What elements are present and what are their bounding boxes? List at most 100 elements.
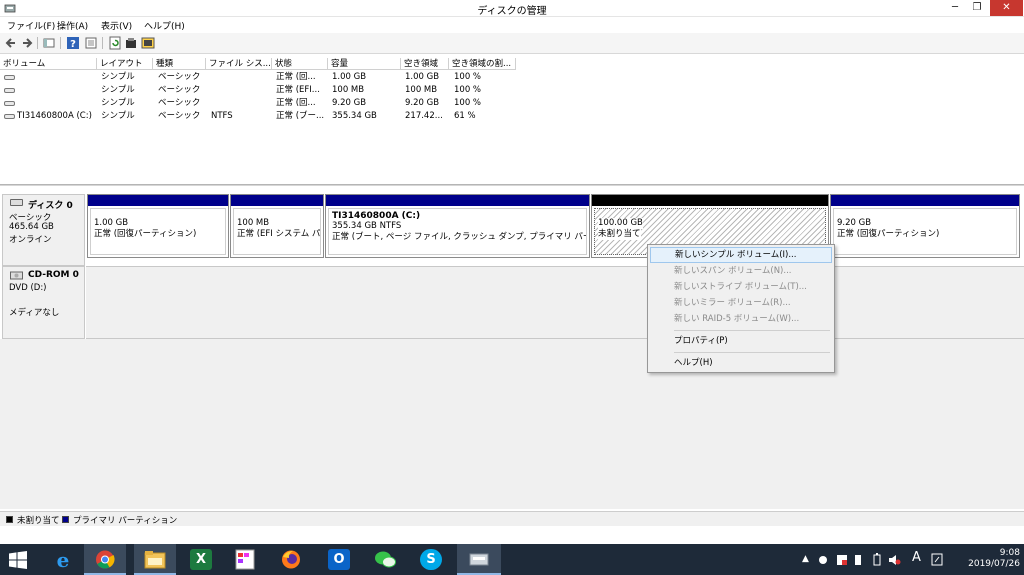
table-row[interactable]: シンプル ベーシック 正常 (回... 1.00 GB 1.00 GB 100 … bbox=[0, 71, 520, 84]
cell-capacity: 1.00 GB bbox=[332, 72, 367, 82]
partition-efi[interactable]: 100 MB 正常 (EFI システム パ bbox=[230, 194, 324, 258]
cell-type: ベーシック bbox=[158, 111, 201, 121]
column-header-volume[interactable]: ボリューム bbox=[0, 58, 97, 70]
column-header-type[interactable]: 種類 bbox=[153, 58, 206, 70]
cdrom-0-label[interactable]: CD-ROM 0 DVD (D:) メディアなし bbox=[2, 266, 85, 339]
partition-recovery-1[interactable]: 1.00 GB 正常 (回復パーティション) bbox=[87, 194, 229, 258]
maximize-button[interactable]: ❐ bbox=[966, 0, 988, 16]
outlook-icon: O bbox=[328, 549, 350, 570]
title-bar: ディスクの管理 ─ ❐ ✕ bbox=[0, 0, 1024, 17]
partition-size: 1.00 GB bbox=[94, 218, 129, 228]
onedrive-icon[interactable] bbox=[818, 555, 828, 565]
unallocated-bar bbox=[592, 195, 828, 206]
chrome-icon bbox=[96, 550, 115, 569]
forward-icon[interactable] bbox=[20, 36, 34, 50]
toolbar-separator bbox=[102, 37, 103, 49]
cdrom-0-area[interactable] bbox=[86, 266, 1024, 339]
partition-body: TI31460800A (C:) 355.34 GB NTFS 正常 (ブート,… bbox=[328, 208, 587, 255]
battery-icon[interactable] bbox=[871, 553, 883, 566]
volume-muted-icon[interactable] bbox=[888, 554, 901, 566]
context-menu: 新しいシンプル ボリューム(I)... 新しいスパン ボリューム(N)... 新… bbox=[647, 244, 835, 373]
menu-new-simple-volume[interactable]: 新しいシンプル ボリューム(I)... bbox=[650, 247, 832, 263]
disk-0-row: ディスク 0 ベーシック 465.64 GB オンライン 1.00 GB 正常 … bbox=[0, 194, 1024, 266]
paint-taskbar-button[interactable] bbox=[224, 544, 266, 575]
cdrom-media: メディアなし bbox=[9, 308, 60, 318]
partition-c-drive[interactable]: TI31460800A (C:) 355.34 GB NTFS 正常 (ブート,… bbox=[325, 194, 590, 258]
excel-taskbar-button[interactable]: X bbox=[180, 544, 222, 575]
drive-icon bbox=[4, 75, 15, 80]
taskbar-clock[interactable]: 9:08 2019/07/26 bbox=[950, 548, 1020, 570]
minimize-button[interactable]: ─ bbox=[944, 0, 966, 16]
firefox-taskbar-button[interactable] bbox=[270, 544, 312, 575]
cell-free-percent: 61 % bbox=[454, 111, 476, 121]
table-row[interactable]: TI31460800A (C:) シンプル ベーシック NTFS 正常 (ブー.… bbox=[0, 110, 520, 123]
taskbar: e X O S ▲ A 9:08 2019/07/26 bbox=[0, 544, 1024, 575]
firefox-icon bbox=[282, 550, 300, 569]
properties-icon[interactable] bbox=[84, 36, 98, 50]
help-icon[interactable]: ? bbox=[66, 36, 80, 50]
start-icon[interactable] bbox=[9, 551, 27, 569]
menu-properties[interactable]: プロパティ(P) bbox=[650, 333, 832, 349]
settings-icon[interactable] bbox=[141, 36, 155, 50]
wechat-taskbar-button[interactable] bbox=[364, 544, 406, 575]
menu-help[interactable]: ヘルプ(H) bbox=[144, 19, 185, 32]
partition-body: 100 MB 正常 (EFI システム パ bbox=[233, 208, 321, 255]
column-header-filesystem[interactable]: ファイル シス... bbox=[206, 58, 272, 70]
outlook-taskbar-button[interactable]: O bbox=[318, 544, 360, 575]
menu-view[interactable]: 表示(V) bbox=[101, 19, 132, 32]
disk-management-icon bbox=[469, 553, 489, 566]
menu-new-striped-volume[interactable]: 新しいストライプ ボリューム(T)... bbox=[650, 279, 832, 295]
menu-help[interactable]: ヘルプ(H) bbox=[650, 355, 832, 371]
column-header-free-percent[interactable]: 空き領域の割... bbox=[449, 58, 516, 70]
primary-partition-bar bbox=[231, 195, 323, 206]
cell-status: 正常 (回... bbox=[276, 98, 316, 108]
column-header-capacity[interactable]: 容量 bbox=[328, 58, 401, 70]
primary-partition-bar bbox=[831, 195, 1019, 206]
partition-recovery-2[interactable]: 9.20 GB 正常 (回復パーティション) bbox=[830, 194, 1020, 258]
menu-new-raid5-volume[interactable]: 新しい RAID-5 ボリューム(W)... bbox=[650, 311, 832, 327]
column-header-status[interactable]: 状態 bbox=[272, 58, 328, 70]
toolbar-separator bbox=[37, 37, 38, 49]
menu-separator bbox=[674, 352, 830, 353]
cell-layout: シンプル bbox=[101, 85, 135, 95]
disk-management-taskbar-button[interactable] bbox=[457, 544, 501, 575]
explorer-taskbar-button[interactable] bbox=[134, 544, 176, 575]
menu-new-mirrored-volume[interactable]: 新しいミラー ボリューム(R)... bbox=[650, 295, 832, 311]
cell-capacity: 100 MB bbox=[332, 85, 365, 95]
cd-drive-icon bbox=[10, 271, 23, 280]
clock-date: 2019/07/26 bbox=[968, 559, 1020, 569]
ime-indicator[interactable]: A bbox=[912, 550, 921, 575]
back-icon[interactable] bbox=[4, 36, 18, 50]
ie-taskbar-button[interactable]: e bbox=[42, 544, 84, 575]
cell-filesystem: NTFS bbox=[211, 111, 233, 121]
cell-free: 100 MB bbox=[405, 85, 438, 95]
rescan-icon[interactable] bbox=[124, 36, 138, 50]
usb-icon[interactable] bbox=[853, 554, 863, 566]
cdrom-drive: DVD (D:) bbox=[9, 283, 47, 293]
security-icon[interactable] bbox=[836, 554, 848, 566]
table-row[interactable]: シンプル ベーシック 正常 (EFI... 100 MB 100 MB 100 … bbox=[0, 84, 520, 97]
cell-capacity: 9.20 GB bbox=[332, 98, 367, 108]
primary-partition-bar bbox=[88, 195, 228, 206]
legend-primary-swatch bbox=[62, 516, 69, 523]
cell-free-percent: 100 % bbox=[454, 72, 482, 82]
column-header-layout[interactable]: レイアウト bbox=[97, 58, 153, 70]
view-icon[interactable] bbox=[42, 36, 56, 50]
partition-status: 正常 (ブート, ページ ファイル, クラッシュ ダンプ, プライマリ パーティ… bbox=[332, 232, 586, 242]
menu-file[interactable]: ファイル(F) bbox=[7, 19, 55, 32]
column-header-free[interactable]: 空き領域 bbox=[401, 58, 449, 70]
action-center-icon[interactable] bbox=[931, 553, 943, 566]
disk-0-label[interactable]: ディスク 0 ベーシック 465.64 GB オンライン bbox=[2, 194, 85, 266]
close-button[interactable]: ✕ bbox=[990, 0, 1023, 16]
skype-taskbar-button[interactable]: S bbox=[410, 544, 452, 575]
drive-icon bbox=[4, 88, 15, 93]
cell-free-percent: 100 % bbox=[454, 98, 482, 108]
table-row[interactable]: シンプル ベーシック 正常 (回... 9.20 GB 9.20 GB 100 … bbox=[0, 97, 520, 110]
show-hidden-icons[interactable]: ▲ bbox=[802, 554, 809, 575]
menu-separator bbox=[674, 330, 830, 331]
menu-action[interactable]: 操作(A) bbox=[57, 19, 88, 32]
legend-unallocated-label: 未割り当て bbox=[17, 516, 60, 526]
menu-new-spanned-volume[interactable]: 新しいスパン ボリューム(N)... bbox=[650, 263, 832, 279]
refresh-icon[interactable] bbox=[108, 36, 122, 50]
chrome-taskbar-button[interactable] bbox=[84, 544, 126, 575]
